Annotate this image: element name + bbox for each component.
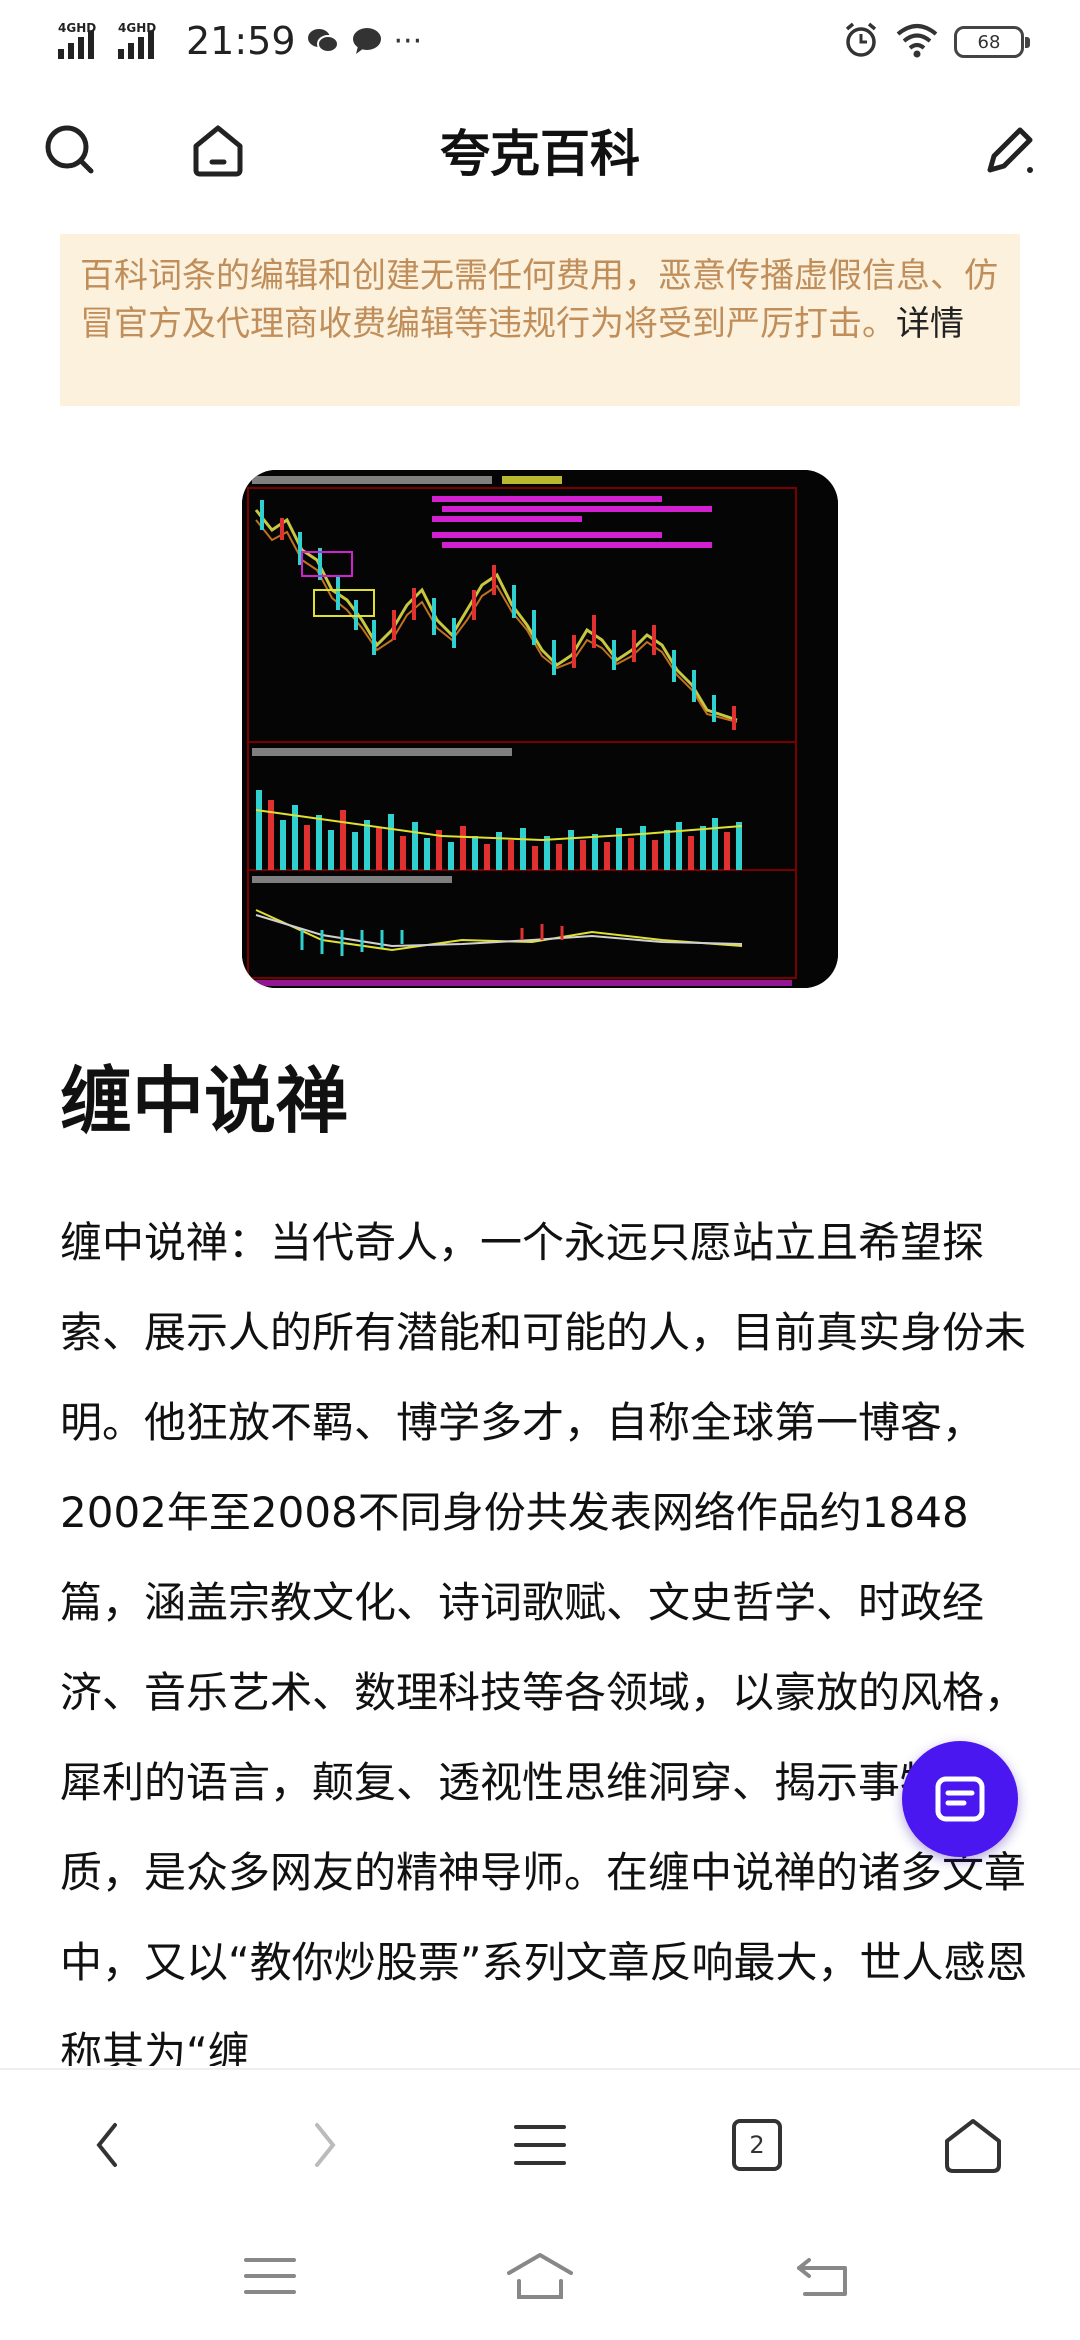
system-home-button[interactable] xyxy=(500,2246,580,2306)
edit-icon xyxy=(987,127,1033,173)
edit-button[interactable] xyxy=(980,120,1040,180)
status-bar: 4GHD 4GHD 21:59 ··· 68 xyxy=(0,0,1080,84)
signal-icon-2: 4GHD xyxy=(118,19,168,63)
app-header: 夸克百科 xyxy=(0,100,1080,196)
notice-banner: 百科词条的编辑和创建无需任何费用，恶意传播虚假信息、仿冒官方及代理商收费编辑等违… xyxy=(60,234,1020,406)
notes-icon xyxy=(935,1776,985,1822)
battery-level: 68 xyxy=(977,31,1001,53)
back-button[interactable] xyxy=(62,2100,152,2190)
alarm-icon xyxy=(842,21,880,63)
more-notifications: ··· xyxy=(393,23,423,59)
back-icon xyxy=(96,2123,117,2167)
home-nav-icon xyxy=(945,2119,1001,2173)
clock: 21:59 xyxy=(186,19,296,63)
system-back-button[interactable] xyxy=(785,2246,865,2306)
system-home-icon xyxy=(507,2253,573,2299)
tabs-icon: 2 xyxy=(732,2119,782,2171)
system-back-icon xyxy=(797,2258,847,2296)
menu-icon xyxy=(514,2125,566,2165)
forward-icon xyxy=(315,2123,336,2167)
tab-count: 2 xyxy=(749,2131,765,2159)
notes-fab-button[interactable] xyxy=(902,1741,1018,1857)
article-body: 缠中说禅：当代奇人，一个永远只愿站立且希望探索、展示人的所有潜能和可能的人，目前… xyxy=(60,1218,1028,2066)
wifi-icon xyxy=(896,22,938,62)
article-title: 缠中说禅 xyxy=(60,1059,349,1143)
home-nav-button[interactable] xyxy=(928,2100,1018,2190)
wechat-icon xyxy=(306,24,340,58)
battery-icon: 68 xyxy=(954,26,1030,58)
system-menu-icon xyxy=(244,2258,296,2294)
message-icon xyxy=(350,24,384,58)
notice-text: 百科词条的编辑和创建无需任何费用，恶意传播虚假信息、仿冒官方及代理商收费编辑等违… xyxy=(80,256,998,344)
forward-button[interactable] xyxy=(280,2100,370,2190)
system-menu-button[interactable] xyxy=(230,2246,310,2306)
system-nav xyxy=(0,2218,1080,2340)
signal-icon: 4GHD xyxy=(58,19,108,63)
tabs-button[interactable]: 2 xyxy=(712,2100,802,2190)
menu-button[interactable] xyxy=(495,2100,585,2190)
bottom-nav: 2 xyxy=(0,2068,1080,2220)
page-title: 夸克百科 xyxy=(440,125,640,183)
notice-detail-link[interactable]: 详情 xyxy=(896,304,964,344)
article-image[interactable] xyxy=(242,470,838,988)
